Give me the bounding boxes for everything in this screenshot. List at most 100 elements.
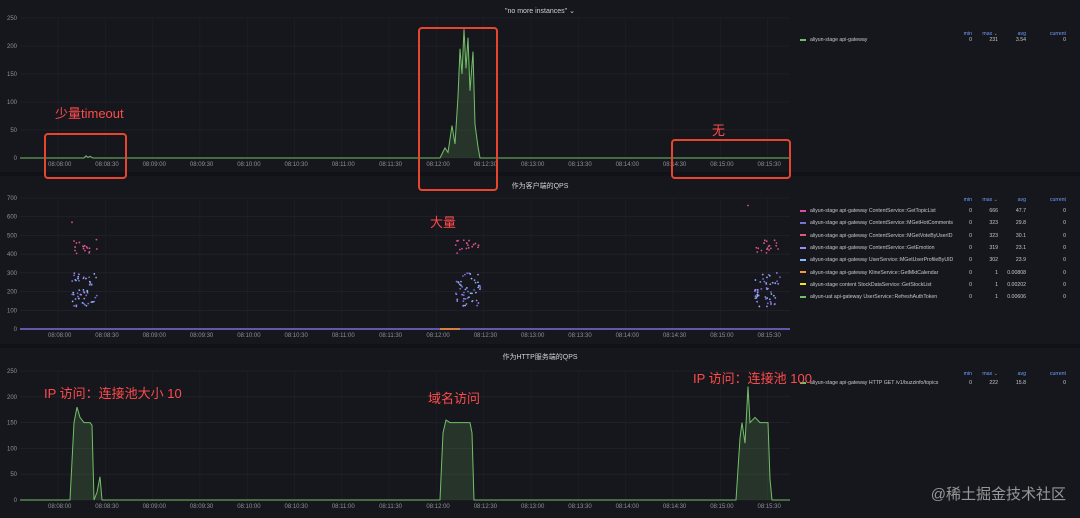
legend-min-value: 0 bbox=[969, 294, 972, 301]
scatter-point bbox=[474, 242, 477, 245]
x-tick-label: 08:09:30 bbox=[190, 162, 214, 168]
legend-col-max[interactable]: max ⌄ bbox=[972, 371, 998, 377]
scatter-point bbox=[473, 279, 476, 282]
scatter-point bbox=[71, 280, 74, 282]
scatter-point bbox=[74, 278, 77, 281]
scatter-point bbox=[85, 277, 87, 280]
scatter-point bbox=[475, 299, 478, 302]
highlight-box-none bbox=[671, 139, 791, 179]
legend-max-value: 222 bbox=[989, 380, 998, 386]
x-tick-label: 08:13:30 bbox=[568, 333, 592, 339]
scatter-point bbox=[474, 281, 477, 284]
scatter-point bbox=[457, 281, 460, 284]
annotation-few-timeout: 少量timeout bbox=[55, 106, 124, 121]
scatter-point bbox=[467, 290, 469, 293]
x-tick-label: 08:12:00 bbox=[426, 333, 450, 339]
x-tick-label: 08:09:00 bbox=[143, 162, 167, 168]
legend-row[interactable]: aliyun-stage content StockDataService::G… bbox=[800, 282, 1070, 291]
legend-current-value: 0 bbox=[1063, 380, 1066, 386]
scatter-point bbox=[766, 276, 768, 279]
legend-header: min max ⌄ avg current bbox=[950, 197, 1070, 205]
legend-col-min[interactable]: min bbox=[950, 197, 972, 203]
y-tick-label: 250 bbox=[7, 16, 18, 22]
scatter-point bbox=[460, 280, 462, 283]
x-tick-label: 08:10:30 bbox=[285, 333, 309, 339]
scatter-point bbox=[766, 305, 768, 308]
x-tick-label: 08:13:00 bbox=[521, 333, 545, 339]
scatter-point bbox=[770, 291, 772, 293]
legend-max-value: 1 bbox=[995, 281, 998, 288]
y-tick-label: 0 bbox=[14, 327, 18, 333]
scatter-point bbox=[771, 281, 774, 284]
scatter-point bbox=[776, 280, 778, 283]
scatter-point bbox=[775, 244, 778, 247]
scatter-point bbox=[455, 292, 457, 295]
legend-max-value: 1 bbox=[995, 269, 998, 276]
legend-max-value: 323 bbox=[989, 220, 998, 227]
scatter-point bbox=[464, 298, 467, 300]
x-tick-label: 08:13:30 bbox=[568, 504, 592, 510]
legend-col-avg[interactable]: avg bbox=[998, 371, 1026, 377]
legend-max-value: 231 bbox=[989, 37, 998, 43]
scatter-point bbox=[462, 239, 465, 242]
x-tick-label: 08:12:30 bbox=[474, 333, 498, 339]
y-tick-label: 100 bbox=[7, 446, 18, 452]
legend-col-current[interactable]: current bbox=[1026, 197, 1066, 203]
legend-col-avg[interactable]: avg bbox=[998, 197, 1026, 203]
legend-col-current[interactable]: current bbox=[1026, 371, 1066, 377]
legend-row[interactable]: aliyun-stage api-gateway ContentService:… bbox=[800, 208, 1070, 217]
legend-avg-value: 29.8 bbox=[1015, 220, 1026, 227]
scatter-point bbox=[73, 274, 75, 277]
legend-row[interactable]: aliyun-stage api-gateway KlineService::G… bbox=[800, 270, 1070, 279]
y-tick-label: 500 bbox=[7, 233, 18, 239]
legend-row[interactable]: aliyun-uat api-gateway UserService::Refr… bbox=[800, 294, 1070, 303]
scatter-point bbox=[82, 276, 85, 279]
scatter-point bbox=[461, 285, 464, 288]
legend-series-name: aliyun-stage api-gateway ContentService:… bbox=[810, 220, 954, 227]
y-tick-label: 100 bbox=[7, 308, 18, 314]
scatter-point bbox=[465, 247, 468, 250]
y-tick-label: 200 bbox=[7, 290, 18, 296]
scatter-point bbox=[477, 246, 479, 249]
scatter-point bbox=[74, 249, 76, 252]
scatter-point bbox=[72, 291, 75, 294]
scatter-point bbox=[479, 288, 481, 291]
legend-row[interactable]: aliyun-stage api-gateway ContentService:… bbox=[800, 245, 1070, 254]
scatter-point bbox=[756, 290, 759, 293]
x-tick-label: 08:14:00 bbox=[616, 162, 640, 168]
legend-swatch bbox=[800, 221, 806, 224]
scatter-point bbox=[83, 297, 86, 300]
legend-swatch bbox=[800, 283, 806, 286]
x-tick-label: 08:10:00 bbox=[237, 333, 261, 339]
legend-row[interactable]: aliyun-stage api-gateway ContentService:… bbox=[800, 220, 1070, 229]
scatter-point bbox=[763, 239, 766, 242]
annotation-domain-access: 域名访问 bbox=[428, 391, 481, 406]
legend-row[interactable]: aliyun-stage api-gateway ContentService:… bbox=[800, 233, 1070, 242]
legend-avg-value: 47.7 bbox=[1015, 208, 1026, 214]
legend-row[interactable]: aliyun-stage api-gateway UserService::MG… bbox=[800, 257, 1070, 266]
legend-min-value: 0 bbox=[969, 244, 972, 251]
legend-col-max[interactable]: max ⌄ bbox=[972, 197, 998, 203]
scatter-point bbox=[78, 279, 80, 282]
y-tick-label: 150 bbox=[7, 72, 18, 78]
legend-current-value: 0 bbox=[1063, 37, 1066, 43]
scatter-point bbox=[472, 243, 475, 246]
watermark: @稀土掘金技术社区 bbox=[930, 486, 1066, 503]
x-tick-label: 08:13:00 bbox=[521, 504, 545, 510]
legend-row[interactable]: aliyun-stage api-gateway 0 231 3.54 0 bbox=[800, 37, 1070, 46]
legend-row[interactable]: aliyun-stage api-gateway HTTP GET /v1/bu… bbox=[800, 380, 1070, 389]
scatter-point bbox=[83, 291, 86, 294]
legend-min-value: 0 bbox=[969, 380, 972, 386]
legend-col-min[interactable]: min bbox=[950, 371, 972, 377]
scatter-point bbox=[77, 297, 80, 300]
y-tick-label: 150 bbox=[7, 421, 18, 427]
scatter-point bbox=[754, 290, 756, 293]
scatter-point bbox=[463, 291, 465, 294]
legend-min-value: 0 bbox=[969, 208, 972, 214]
scatter-point bbox=[765, 287, 768, 289]
scatter-point bbox=[765, 298, 767, 300]
panel-client-qps: 作为客户端的QPS 700 600 500 400 300 200 100 0 08:08:00… bbox=[0, 176, 1080, 344]
scatter-point bbox=[754, 295, 757, 298]
scatter-point bbox=[456, 298, 459, 301]
legend-series-name: aliyun-stage api-gateway ContentService:… bbox=[810, 244, 935, 251]
